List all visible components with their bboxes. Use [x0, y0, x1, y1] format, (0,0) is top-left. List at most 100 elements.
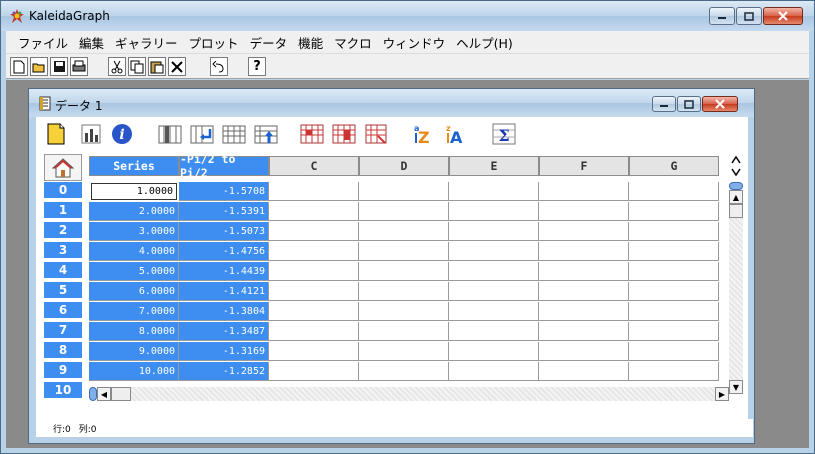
- table-cell[interactable]: [269, 202, 359, 221]
- notes-button[interactable]: [44, 122, 68, 146]
- table-cell[interactable]: [449, 282, 539, 301]
- new-button[interactable]: [10, 57, 28, 76]
- table-cell[interactable]: [629, 322, 719, 341]
- column-header-e[interactable]: E: [449, 156, 539, 176]
- table-cell[interactable]: [629, 342, 719, 361]
- scroll-up-button[interactable]: ▲: [729, 190, 743, 204]
- row-header[interactable]: 10: [44, 382, 82, 400]
- table-cell[interactable]: [449, 242, 539, 261]
- table-cell[interactable]: [629, 282, 719, 301]
- table-cell[interactable]: [539, 302, 629, 321]
- scroll-down-button[interactable]: ▼: [729, 380, 743, 394]
- column-header-c[interactable]: C: [269, 156, 359, 176]
- table-cell[interactable]: [449, 362, 539, 381]
- table-cell[interactable]: [449, 202, 539, 221]
- table-cell[interactable]: [269, 262, 359, 281]
- open-button[interactable]: [30, 57, 48, 76]
- column-header-series[interactable]: Series: [89, 156, 179, 176]
- column-header-b[interactable]: -Pi/2 to Pi/2: [179, 152, 269, 180]
- row-header[interactable]: 5: [44, 282, 82, 300]
- menu-macro[interactable]: マクロ: [329, 33, 378, 52]
- column-header-g[interactable]: G: [629, 156, 719, 176]
- data-maximize-button[interactable]: [677, 96, 701, 112]
- table-cell[interactable]: [359, 202, 449, 221]
- split-handle[interactable]: [729, 182, 743, 190]
- delete-column-button[interactable]: [190, 122, 214, 146]
- row-header[interactable]: 1: [44, 202, 82, 220]
- vertical-scrollbar[interactable]: ▲ ▼: [729, 182, 743, 394]
- home-button[interactable]: [44, 154, 82, 181]
- menu-plot[interactable]: プロット: [184, 33, 245, 52]
- column-header-d[interactable]: D: [359, 156, 449, 176]
- table-cell[interactable]: -1.3487: [179, 322, 269, 341]
- sort-ascending-button[interactable]: aZ: [412, 122, 436, 146]
- insert-row-button[interactable]: [222, 122, 246, 146]
- maximize-button[interactable]: [736, 7, 762, 25]
- table-cell[interactable]: [269, 242, 359, 261]
- table-cell[interactable]: 8.0000: [89, 322, 179, 341]
- save-button[interactable]: [50, 57, 68, 76]
- table-cell[interactable]: 7.0000: [89, 302, 179, 321]
- table-cell[interactable]: [629, 202, 719, 221]
- sort-descending-button[interactable]: zA: [444, 122, 468, 146]
- table-cell[interactable]: -1.4756: [179, 242, 269, 261]
- table-cell[interactable]: 6.0000: [89, 282, 179, 301]
- scroll-track[interactable]: [729, 218, 743, 380]
- table-cell[interactable]: [269, 362, 359, 381]
- scroll-thumb[interactable]: [729, 204, 743, 218]
- table-cell[interactable]: 9.0000: [89, 342, 179, 361]
- info-button[interactable]: i: [110, 122, 134, 146]
- table-cell[interactable]: [449, 182, 539, 201]
- paste-button[interactable]: [148, 57, 166, 76]
- data-minimize-button[interactable]: [652, 96, 676, 112]
- print-button[interactable]: [70, 57, 88, 76]
- menu-functions[interactable]: 機能: [293, 33, 329, 52]
- table-cell[interactable]: -1.4121: [179, 282, 269, 301]
- close-button[interactable]: [763, 7, 803, 25]
- menu-edit[interactable]: 編集: [74, 33, 110, 52]
- row-header[interactable]: 6: [44, 302, 82, 320]
- table-cell[interactable]: [539, 222, 629, 241]
- row-header[interactable]: 3: [44, 242, 82, 260]
- table-cell[interactable]: [269, 342, 359, 361]
- table-cell[interactable]: [359, 182, 449, 201]
- cut-button[interactable]: [108, 57, 126, 76]
- table-cell[interactable]: [359, 322, 449, 341]
- table-cell[interactable]: -1.5708: [179, 182, 269, 201]
- table-cell[interactable]: [539, 202, 629, 221]
- table-cell[interactable]: [449, 322, 539, 341]
- table-cell[interactable]: [539, 282, 629, 301]
- table-cell[interactable]: [359, 262, 449, 281]
- select-button[interactable]: [332, 122, 356, 146]
- fill-button[interactable]: [300, 122, 324, 146]
- table-cell[interactable]: 10.000: [89, 362, 179, 381]
- app-titlebar[interactable]: KaleidaGraph: [1, 1, 814, 31]
- row-header[interactable]: 9: [44, 362, 82, 380]
- help-button[interactable]: ?: [248, 57, 266, 76]
- table-cell[interactable]: -1.2852: [179, 362, 269, 381]
- table-cell[interactable]: [359, 362, 449, 381]
- table-cell[interactable]: -1.3169: [179, 342, 269, 361]
- row-header[interactable]: 0: [44, 182, 82, 200]
- table-cell[interactable]: [449, 262, 539, 281]
- table-cell[interactable]: -1.5391: [179, 202, 269, 221]
- plot-button[interactable]: [80, 122, 104, 146]
- hscroll-track[interactable]: [131, 387, 715, 401]
- scroll-left-button[interactable]: ◀: [97, 387, 111, 401]
- table-cell[interactable]: [539, 322, 629, 341]
- table-cell[interactable]: [449, 302, 539, 321]
- table-cell[interactable]: [629, 302, 719, 321]
- table-cell[interactable]: [629, 362, 719, 381]
- table-cell[interactable]: [449, 342, 539, 361]
- row-header[interactable]: 4: [44, 262, 82, 280]
- table-cell[interactable]: 2.0000: [89, 202, 179, 221]
- menu-gallery[interactable]: ギャラリー: [110, 33, 184, 52]
- table-cell[interactable]: [359, 302, 449, 321]
- scroll-right-button[interactable]: ▶: [715, 387, 729, 401]
- clear-button[interactable]: [364, 122, 388, 146]
- hsplit-handle[interactable]: [89, 387, 97, 401]
- row-header[interactable]: 7: [44, 322, 82, 340]
- table-cell[interactable]: [539, 262, 629, 281]
- table-cell[interactable]: [269, 302, 359, 321]
- table-cell[interactable]: [269, 282, 359, 301]
